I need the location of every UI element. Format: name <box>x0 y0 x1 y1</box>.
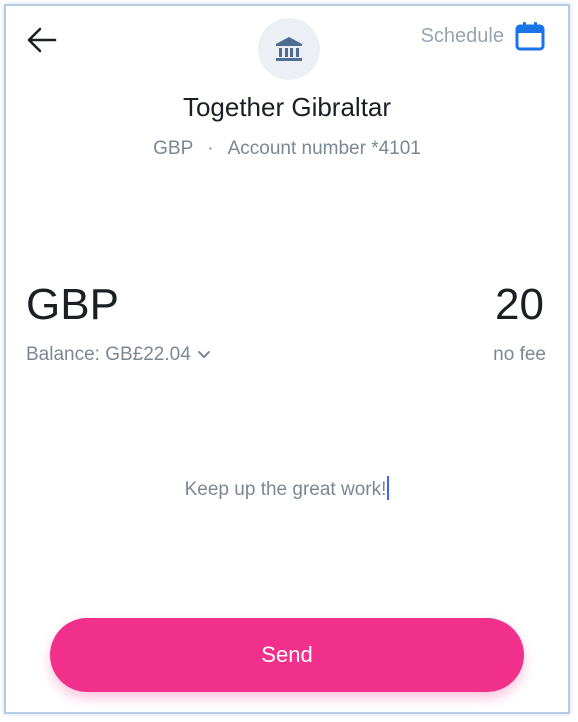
account-number: Account number *4101 <box>227 138 421 159</box>
screen: Schedule Together Gibraltar GBP · Account … <box>4 4 570 714</box>
schedule-button[interactable]: Schedule <box>421 20 546 52</box>
chevron-down-icon <box>197 351 210 358</box>
recipient-currency: GBP <box>153 138 194 159</box>
send-button[interactable]: Send <box>50 618 524 692</box>
bank-icon <box>276 37 302 61</box>
recipient-details: GBP · Account number *4101 <box>6 138 568 160</box>
balance-label: Balance: GB£22.04 <box>26 344 191 365</box>
back-button[interactable] <box>26 26 62 58</box>
bank-avatar <box>258 18 320 80</box>
recipient-name: Together Gibraltar <box>182 92 392 122</box>
arrow-left-icon <box>27 27 57 53</box>
currency-selector[interactable]: GBP <box>26 280 119 330</box>
note-text: Keep up the great work! <box>184 479 387 500</box>
fee-label: no fee <box>493 344 546 365</box>
note-input[interactable]: Keep up the great work! <box>6 476 568 501</box>
separator-dot: · <box>207 138 214 159</box>
amount-input[interactable]: 20 <box>495 280 544 330</box>
text-caret <box>387 476 390 500</box>
schedule-label: Schedule <box>420 24 504 47</box>
balance-selector[interactable]: Balance: GB£22.04 <box>26 344 211 366</box>
calendar-icon <box>515 22 545 51</box>
